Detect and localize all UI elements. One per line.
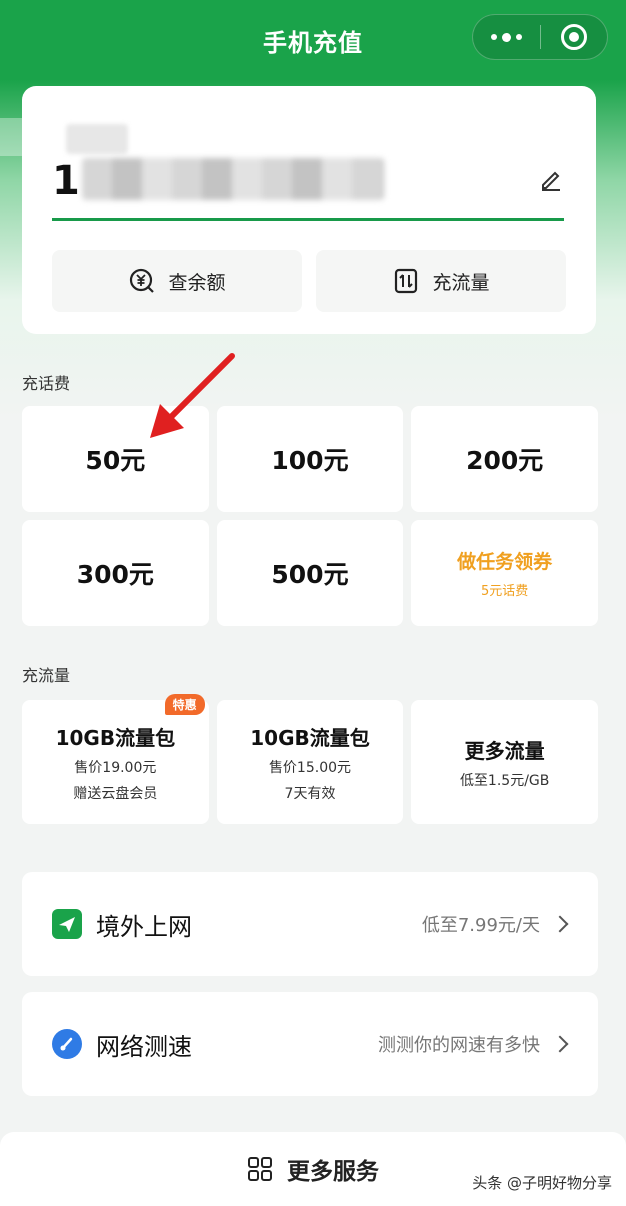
- amount-label: 300元: [76, 560, 154, 589]
- quick-actions: 查余额 充流量: [52, 250, 566, 312]
- amount-label: 500元: [271, 560, 349, 589]
- plan-price: 售价19.00元: [74, 759, 157, 776]
- nav-bar: 手机充值: [0, 0, 626, 80]
- amount-label: 100元: [271, 446, 349, 475]
- promo-subtitle: 5元话费: [481, 584, 529, 599]
- plan-title: 10GB流量包: [250, 725, 370, 750]
- plan-title: 10GB流量包: [55, 725, 176, 750]
- plan-price: 低至1.5元/GB: [459, 772, 550, 789]
- promo-title: 做任务领券: [457, 551, 553, 573]
- amount-option-300[interactable]: 300元: [22, 520, 209, 626]
- more-data-plans[interactable]: 更多流量 低至1.5元/GB: [411, 700, 598, 824]
- service-title: 境外上网: [96, 912, 192, 941]
- more-services-label: 更多服务: [287, 1159, 379, 1185]
- data-topup-button[interactable]: 充流量: [316, 250, 566, 312]
- target-close-icon: [560, 24, 587, 50]
- watermark-text: 头条 @子明好物分享: [472, 1174, 612, 1192]
- data-plan-19[interactable]: 特惠 10GB流量包 售价19.00元 赠送云盘会员: [22, 694, 209, 824]
- service-detail-group: 低至7.99元/天: [421, 911, 569, 937]
- mini-program-capsule: [472, 14, 608, 60]
- plan-title: 更多流量: [464, 738, 545, 763]
- edit-pencil-icon[interactable]: [538, 166, 564, 192]
- data-plan-grid: 特惠 10GB流量包 售价19.00元 赠送云盘会员 10GB流量包 售价15.…: [22, 694, 598, 824]
- phone-number-prefix: 1: [52, 158, 80, 204]
- plan-note: 7天有效: [284, 785, 336, 802]
- service-detail-group: 测测你的网速有多快: [378, 1031, 569, 1057]
- more-dots-icon: [490, 32, 522, 42]
- carrier-label-blurred: [66, 124, 128, 154]
- plan-note: 赠送云盘会员: [73, 785, 158, 802]
- amount-option-200[interactable]: 200元: [411, 406, 598, 512]
- data-transfer-icon: [395, 268, 418, 294]
- topup-section-label: 充话费: [22, 374, 71, 393]
- topup-amount-grid: 50元 100元 200元 300元 500元 做任务领券 5元话费: [22, 406, 598, 626]
- service-detail: 测测你的网速有多快: [378, 1035, 540, 1056]
- phone-input-underline: [52, 218, 564, 221]
- page-title: 手机充值: [263, 28, 363, 57]
- task-coupon-promo[interactable]: 做任务领券 5元话费: [411, 520, 598, 626]
- chevron-right-icon: [551, 915, 569, 933]
- more-services-bar[interactable]: 更多服务: [0, 1132, 626, 1206]
- more-menu-button[interactable]: [473, 15, 540, 59]
- close-mini-program-button[interactable]: [541, 15, 608, 59]
- amount-option-100[interactable]: 100元: [216, 406, 404, 512]
- service-detail: 低至7.99元/天: [421, 915, 540, 936]
- speedometer-icon: [52, 1029, 82, 1059]
- service-speed-test[interactable]: 网络测速 测测你的网速有多快: [22, 992, 598, 1096]
- yuan-search-icon: [130, 268, 155, 293]
- red-arrow-annotation: [150, 353, 235, 438]
- amount-label: 50元: [85, 446, 146, 475]
- phone-number-input[interactable]: [82, 158, 384, 200]
- phone-card: 1 查余额 充流量: [22, 86, 596, 334]
- check-balance-button[interactable]: 查余额: [52, 250, 302, 312]
- amount-option-500[interactable]: 500元: [216, 520, 404, 626]
- airplane-icon: [52, 909, 82, 939]
- check-balance-label: 查余额: [168, 271, 226, 294]
- service-roaming[interactable]: 境外上网 低至7.99元/天: [22, 872, 598, 976]
- grid-apps-icon: [248, 1157, 272, 1181]
- amount-label: 200元: [466, 446, 544, 475]
- special-offer-badge: 特惠: [164, 694, 205, 715]
- chevron-right-icon: [551, 1035, 569, 1053]
- data-topup-label: 充流量: [432, 271, 490, 294]
- data-plan-15[interactable]: 10GB流量包 售价15.00元 7天有效: [216, 700, 404, 824]
- data-section-label: 充流量: [22, 666, 71, 685]
- service-title: 网络测速: [96, 1032, 192, 1061]
- plan-price: 售价15.00元: [268, 759, 352, 776]
